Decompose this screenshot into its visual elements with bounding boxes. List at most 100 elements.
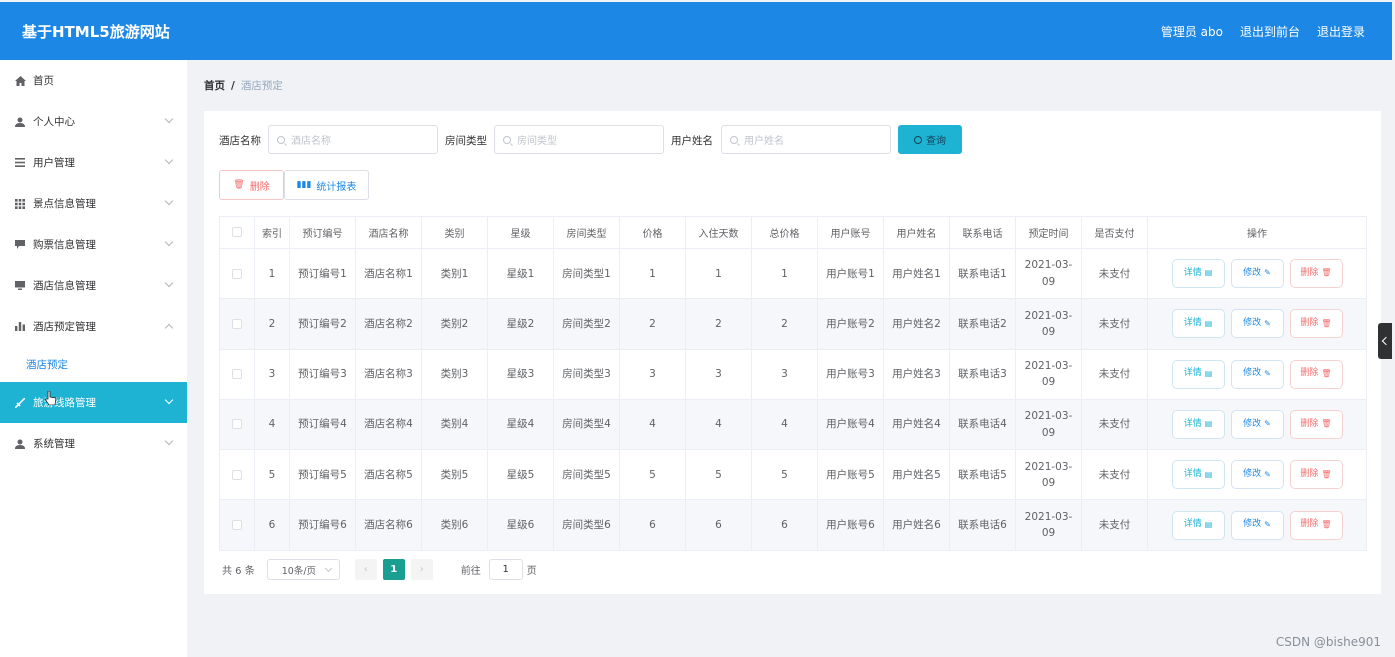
edit-button[interactable]: 修改 ✎ — [1230, 259, 1284, 289]
detail-label: 详情 — [1183, 418, 1202, 429]
cell-star: 星级6 — [487, 499, 554, 551]
sidebar-item-scenic-spots[interactable]: 景点信息管理 — [0, 183, 187, 224]
delete-button[interactable]: 删除 🗑 — [1289, 410, 1343, 440]
room-type-input[interactable]: 房间类型 — [494, 125, 664, 154]
hotel-name-input[interactable]: 酒店名称 — [268, 125, 438, 154]
edit-button[interactable]: 修改 ✎ — [1230, 460, 1284, 490]
row-checkbox[interactable] — [232, 419, 242, 430]
sidebar-item-user-management[interactable]: 用户管理 — [0, 142, 187, 183]
edit-button[interactable]: 修改 ✎ — [1230, 359, 1284, 389]
grid-icon — [14, 198, 26, 210]
sidebar-item-personal-center[interactable]: 个人中心 — [0, 101, 187, 142]
query-button[interactable]: 查询 — [898, 125, 962, 154]
next-page-button[interactable]: › — [410, 559, 433, 580]
sidebar-item-hotel-info[interactable]: 酒店信息管理 — [0, 265, 187, 306]
breadcrumb-home[interactable]: 首页 — [204, 80, 225, 92]
row-checkbox[interactable] — [232, 318, 242, 329]
detail-button[interactable]: 详情 ▤ — [1171, 460, 1225, 490]
query-button-label: 查询 — [926, 136, 946, 147]
cell-hotel: 酒店名称6 — [355, 499, 422, 551]
page-size-select[interactable]: 10条/页 — [266, 559, 340, 580]
pencil-icon: ✎ — [1264, 268, 1271, 278]
edit-button[interactable]: 修改 ✎ — [1230, 410, 1284, 440]
delete-button[interactable]: 删除 🗑 — [1289, 510, 1343, 540]
detail-button[interactable]: 详情 ▤ — [1171, 309, 1225, 339]
detail-button[interactable]: 详情 ▤ — [1171, 510, 1225, 540]
list-icon — [14, 157, 26, 169]
user-name-input[interactable]: 用户姓名 — [721, 125, 891, 154]
trash-icon: 🗑 — [1321, 469, 1332, 479]
cell-date: 2021-03- 09 — [1015, 398, 1082, 451]
sidebar-item-travel-routes[interactable]: 旅游线路管理 — [0, 382, 187, 423]
person-icon — [14, 116, 26, 128]
person-icon — [14, 438, 26, 450]
cell-days: 3 — [685, 348, 752, 400]
cell-operations: 详情 ▤ 修改 ✎ 删除 🗑 — [1147, 298, 1367, 350]
row-checkbox[interactable] — [232, 369, 242, 380]
chevron-left-icon: ‹ — [363, 564, 368, 575]
row-checkbox[interactable] — [232, 469, 242, 480]
column-header: 星级 — [487, 216, 554, 249]
cell-name: 用户姓名1 — [883, 247, 950, 300]
pencil-icon: ✎ — [1264, 419, 1271, 429]
cell-acct: 用户账号1 — [817, 247, 884, 300]
logout-link[interactable]: 退出登录 — [1317, 23, 1365, 40]
header-links: 管理员 abo 退出到前台 退出登录 — [1161, 23, 1365, 40]
detail-button[interactable]: 详情 ▤ — [1171, 410, 1225, 440]
chevron-down-icon — [164, 395, 174, 405]
row-checkbox[interactable] — [232, 520, 242, 530]
delete-button[interactable]: 删除 🗑 — [1289, 259, 1343, 289]
delete-button[interactable]: 删除 🗑 — [1289, 460, 1343, 490]
detail-button[interactable]: 详情 ▤ — [1171, 259, 1225, 289]
page-number-button[interactable]: 1 — [382, 559, 405, 580]
column-header: 预定时间 — [1015, 216, 1082, 249]
sidebar-item-hotel-booking[interactable]: 酒店预定管理 — [0, 306, 187, 347]
date-part: 09 — [1041, 376, 1056, 389]
edit-button[interactable]: 修改 ✎ — [1230, 510, 1284, 540]
back-to-front-link[interactable]: 退出到前台 — [1240, 23, 1300, 40]
batch-delete-button[interactable]: 🗑 删除 — [219, 170, 284, 200]
edit-button[interactable]: 修改 ✎ — [1230, 309, 1284, 339]
prev-page-button[interactable]: ‹ — [354, 559, 377, 580]
cell-acct: 用户账号2 — [817, 298, 884, 350]
cell-room: 房间类型6 — [553, 499, 620, 551]
edit-label: 修改 — [1243, 468, 1262, 479]
cell-idx: 3 — [254, 348, 290, 400]
delete-button[interactable]: 删除 🗑 — [1289, 359, 1343, 389]
cell-room: 房间类型5 — [553, 449, 620, 501]
breadcrumb-current: 酒店预定 — [240, 80, 283, 92]
main-panel: 酒店名称 酒店名称 房间类型 房间类型 用户姓名 用户姓名 查询 🗑 删除 ▮▮… — [204, 111, 1381, 594]
hotel-name-placeholder: 酒店名称 — [291, 136, 331, 147]
cell-date: 2021-03- 09 — [1015, 348, 1082, 400]
search-icon — [730, 135, 738, 144]
cell-operations: 详情 ▤ 修改 ✎ 删除 🗑 — [1147, 449, 1367, 501]
edit-label: 修改 — [1243, 267, 1262, 278]
cell-price: 3 — [619, 348, 686, 400]
cell-price: 2 — [619, 298, 686, 350]
sidebar-item-home[interactable]: 首页 — [0, 60, 187, 101]
table-row: 1 预订编号1 酒店名称1 类别1 星级1 房间类型1 1 1 1 用户账号1 用户姓名1 联系电话1… — [219, 247, 1367, 300]
pencil-icon: ✎ — [1264, 469, 1271, 479]
table-row: 4 预订编号4 酒店名称4 类别4 星级4 房间类型4 4 4 4 用户账号4 用户姓名4 联系电话4… — [219, 398, 1367, 451]
row-select-cell — [219, 499, 255, 551]
cell-idx: 1 — [254, 247, 290, 300]
document-icon: ▤ — [1204, 268, 1213, 278]
cell-operations: 详情 ▤ 修改 ✎ 删除 🗑 — [1147, 398, 1367, 451]
collapse-panel-toggle[interactable] — [1378, 323, 1392, 359]
detail-button[interactable]: 详情 ▤ — [1171, 359, 1225, 389]
breadcrumb: 首页 / 酒店预定 — [204, 78, 283, 93]
cell-hotel: 酒店名称2 — [355, 298, 422, 350]
sidebar-item-system[interactable]: 系统管理 — [0, 423, 187, 464]
select-all-checkbox[interactable] — [232, 227, 242, 237]
cell-acct: 用户账号4 — [817, 398, 884, 451]
goto-page-input[interactable]: 1 — [488, 559, 523, 580]
sidebar-item-label: 用户管理 — [33, 157, 75, 169]
cell-date: 2021-03- 09 — [1015, 247, 1082, 300]
delete-button[interactable]: 删除 🗑 — [1289, 309, 1343, 339]
page-size-value: 10条/页 — [281, 565, 317, 577]
sidebar-subitem-hotel-booking[interactable]: 酒店预定 — [0, 347, 187, 382]
watermark: CSDN @bishe901 — [1275, 635, 1381, 649]
statistics-report-button[interactable]: ▮▮▮ 统计报表 — [284, 170, 369, 200]
sidebar-item-tickets[interactable]: 购票信息管理 — [0, 224, 187, 265]
row-checkbox[interactable] — [232, 268, 242, 279]
